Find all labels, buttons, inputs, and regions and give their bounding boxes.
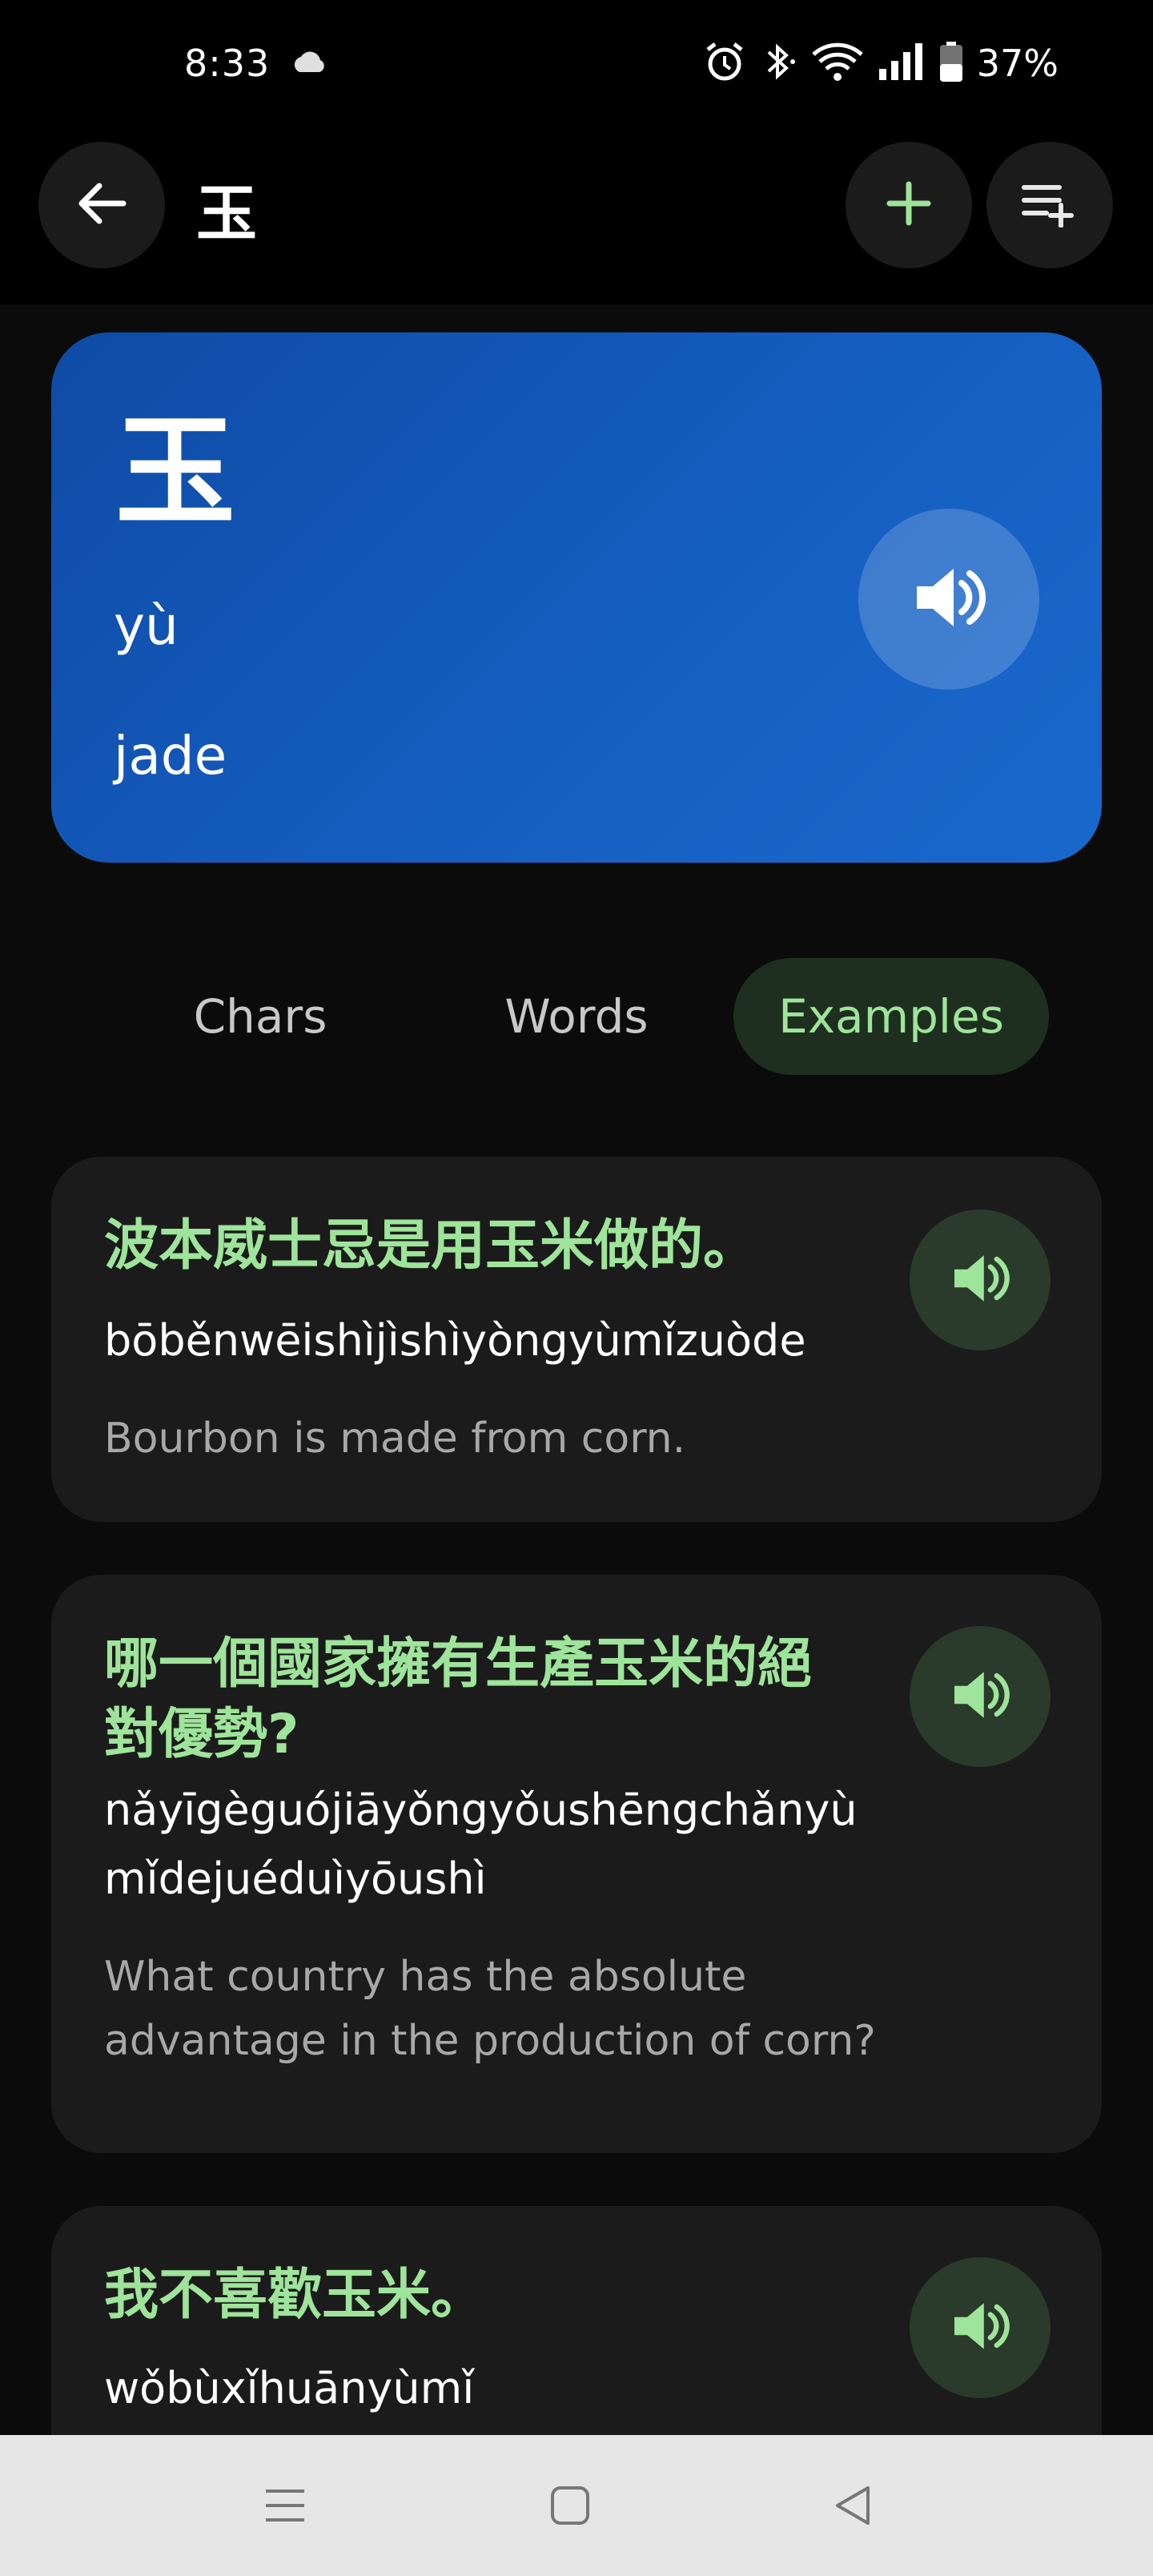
- status-icons: 37%: [703, 40, 1059, 87]
- status-bar: 8:33 37%: [0, 0, 1153, 132]
- speaker-icon: [948, 1663, 1012, 1730]
- example-chinese: 我不喜歡玉米。: [104, 2264, 486, 2327]
- playlist-add-icon: [1021, 179, 1079, 231]
- bluetooth-icon: [759, 40, 797, 87]
- back-button[interactable]: [38, 142, 165, 268]
- system-navigation-bar: [0, 2435, 1153, 2576]
- hero-character: 玉: [115, 403, 236, 542]
- example-play-audio-button[interactable]: [910, 1626, 1051, 1767]
- hero-meaning: jade: [114, 725, 227, 787]
- character-card: 玉 yù jade: [51, 332, 1102, 863]
- menu-icon[interactable]: [261, 2481, 309, 2533]
- example-pinyin: bōběnwēishìjìshìyòngyùmǐzuòde: [104, 1315, 806, 1366]
- example-english-line1: What country has the absolute: [104, 1953, 747, 2001]
- status-time: 8:33: [184, 42, 271, 85]
- speaker-icon: [948, 1246, 1012, 1314]
- hero-pinyin: yù: [114, 595, 179, 657]
- example-card: 哪一個國家擁有生產玉米的絕 對優勢? nǎyīgèguójiāyǒngyǒush…: [51, 1575, 1102, 2153]
- example-english: Bourbon is made from corn.: [104, 1415, 686, 1463]
- speaker-icon: [948, 2294, 1012, 2361]
- back-arrow-icon: [74, 175, 130, 235]
- example-play-audio-button[interactable]: [910, 1210, 1051, 1350]
- example-pinyin: wǒbùxǐhuānyùmǐ: [104, 2363, 475, 2413]
- signal-icon: [878, 40, 926, 87]
- example-chinese: 波本威士忌是用玉米做的。: [104, 1214, 758, 1278]
- example-play-audio-button[interactable]: [910, 2257, 1051, 2398]
- page-title: 玉: [196, 178, 257, 249]
- example-english-line2: advantage in the production of corn?: [104, 2017, 876, 2065]
- example-pinyin-line1: nǎyīgèguójiāyǒngyǒushēngchǎnyù: [104, 1785, 858, 1835]
- back-triangle-icon[interactable]: [830, 2481, 878, 2533]
- example-chinese-line1: 哪一個國家擁有生產玉米的絕: [104, 1632, 813, 1696]
- example-pinyin-line2: mǐdejuéduìyōushì: [104, 1854, 487, 1904]
- tab-examples[interactable]: Examples: [733, 958, 1049, 1075]
- app-bar: [0, 132, 1153, 304]
- example-chinese-line2: 對優勢?: [104, 1703, 299, 1766]
- plus-icon: [885, 179, 933, 231]
- speaker-icon: [909, 557, 989, 641]
- tab-words[interactable]: Words: [472, 958, 681, 1075]
- wifi-icon: [810, 40, 865, 87]
- cloud-icon: [290, 50, 328, 77]
- battery-percent: 37%: [976, 42, 1059, 85]
- tab-bar: Chars Words Examples: [0, 958, 1153, 1075]
- hero-play-audio-button[interactable]: [858, 509, 1039, 690]
- home-square-icon[interactable]: [546, 2481, 594, 2533]
- alarm-icon: [703, 40, 746, 87]
- add-to-list-button[interactable]: [986, 142, 1113, 268]
- tab-chars[interactable]: Chars: [152, 958, 368, 1075]
- battery-icon: [938, 40, 964, 87]
- example-card: 波本威士忌是用玉米做的。 bōběnwēishìjìshìyòngyùmǐzuò…: [51, 1157, 1102, 1522]
- add-button[interactable]: [846, 142, 972, 268]
